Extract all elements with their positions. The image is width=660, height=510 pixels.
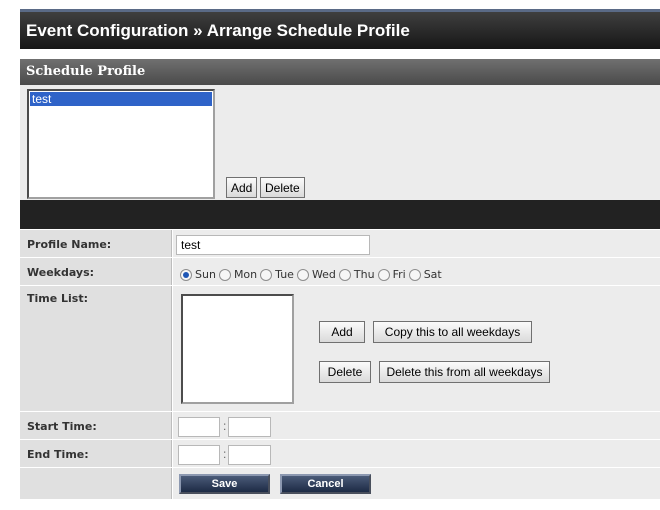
weekday-label-mon: Mon [233,268,258,281]
weekday-radio-mon[interactable] [218,269,231,281]
section-divider [20,200,660,229]
weekday-radio-sat[interactable] [408,269,421,281]
page-title: Event Configuration » Arrange Schedule P… [26,21,410,40]
weekday-radio-sun[interactable] [180,269,192,281]
end-hour-input[interactable] [178,445,220,465]
weekday-radio-wed[interactable] [296,269,309,281]
start-hour-input[interactable] [178,417,220,437]
profile-list-item[interactable]: test [30,92,212,106]
form-actions-row: Save Cancel [20,467,660,499]
schedule-profile-header: Schedule Profile [20,59,660,85]
time-list-row: Time List: Add Copy this to all weekdays… [20,285,660,411]
weekday-label-wed: Wed [311,268,336,281]
schedule-profile-panel: test Add Delete [20,85,660,200]
weekday-label-tue: Tue [275,268,294,281]
profile-name-input[interactable] [176,235,370,255]
profile-listbox[interactable]: test [27,89,215,199]
cancel-button[interactable]: Cancel [280,474,371,494]
weekday-label-thu: Thu [353,268,375,281]
weekday-option-tue[interactable]: Tue [260,268,294,281]
weekday-option-wed[interactable]: Wed [296,268,336,281]
page-header: Event Configuration » Arrange Schedule P… [20,9,660,49]
end-minute-input[interactable] [228,445,271,465]
start-minute-input[interactable] [228,417,271,437]
weekday-option-sun[interactable]: Sun [180,268,216,281]
weekday-label-fri: Fri [392,268,406,281]
add-profile-button[interactable]: Add [226,177,258,198]
weekdays-label: Weekdays: [27,266,95,279]
start-time-row: Start Time: : [20,411,660,439]
save-button[interactable]: Save [179,474,270,494]
delete-time-button[interactable]: Delete [319,361,371,383]
weekday-radio-thu[interactable] [338,269,351,281]
copy-to-all-weekdays-button[interactable]: Copy this to all weekdays [373,321,532,343]
time-listbox[interactable] [181,294,294,404]
schedule-profile-heading: Schedule Profile [26,64,146,79]
profile-form: Profile Name: Weekdays: Sun Mon Tue Wed Thu F… [20,229,660,510]
weekday-radio-fri[interactable] [377,269,390,281]
weekday-label-sun: Sun [195,268,216,281]
weekday-option-fri[interactable]: Fri [377,268,406,281]
end-time-separator: : [223,447,227,461]
weekday-option-thu[interactable]: Thu [338,268,375,281]
delete-from-all-weekdays-button[interactable]: Delete this from all weekdays [379,361,550,383]
time-list-label: Time List: [27,292,89,305]
start-time-separator: : [223,419,227,433]
weekdays-row: Weekdays: Sun Mon Tue Wed Thu Fri Sat [20,257,660,285]
start-time-label: Start Time: [27,420,97,433]
weekday-label-sat: Sat [423,268,442,281]
weekday-option-mon[interactable]: Mon [218,268,258,281]
weekday-radio-group: Sun Mon Tue Wed Thu Fri Sat [180,265,445,283]
end-time-row: End Time: : [20,439,660,467]
delete-profile-button[interactable]: Delete [260,177,305,198]
profile-name-row: Profile Name: [20,229,660,257]
end-time-label: End Time: [27,448,89,461]
profile-name-label: Profile Name: [27,238,112,251]
weekday-radio-tue[interactable] [260,269,273,281]
weekday-option-sat[interactable]: Sat [408,268,442,281]
add-time-button[interactable]: Add [319,321,365,343]
